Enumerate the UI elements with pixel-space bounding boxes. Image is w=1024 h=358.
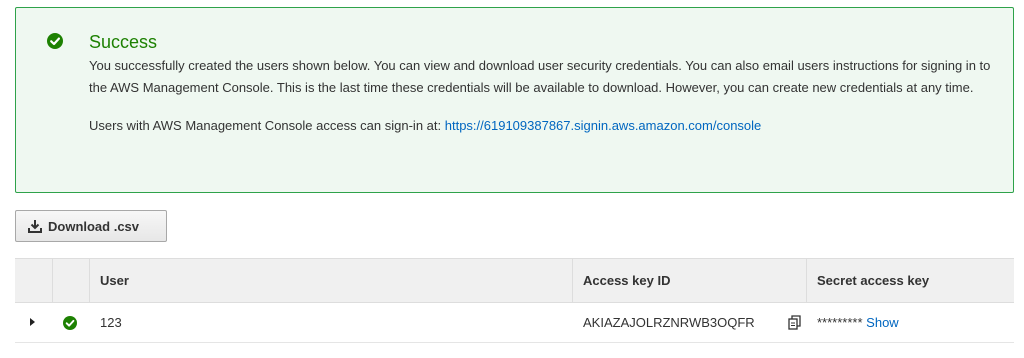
user-name: 123: [100, 315, 122, 330]
alert-body: You successfully created the users shown…: [89, 55, 1004, 137]
secret-access-key: ********* Show: [817, 303, 899, 342]
secret-masked: *********: [817, 315, 863, 330]
download-icon: [28, 220, 42, 233]
expand-row-icon[interactable]: [30, 318, 35, 326]
access-key-id: AKIAZAJOLRZNRWB3OQFR: [583, 315, 755, 330]
check-circle-icon: [63, 316, 77, 330]
column-header-user[interactable]: User: [89, 259, 129, 302]
signin-url-link[interactable]: https://619109387867.signin.aws.amazon.c…: [445, 118, 762, 133]
download-csv-button[interactable]: Download .csv: [15, 210, 167, 242]
alert-message: You successfully created the users shown…: [89, 58, 991, 95]
alert-title: Success: [89, 32, 158, 52]
column-header-access-key-id[interactable]: Access key ID: [572, 259, 670, 302]
show-secret-link[interactable]: Show: [866, 315, 899, 330]
success-alert: Success You successfully created the use…: [15, 7, 1014, 193]
download-csv-label: Download .csv: [48, 218, 140, 234]
copy-icon[interactable]: [788, 315, 803, 330]
signin-line: Users with AWS Management Console access…: [89, 115, 1004, 137]
signin-prefix: Users with AWS Management Console access…: [89, 118, 445, 133]
check-circle-icon: [47, 33, 63, 49]
table-row: 123 AKIAZAJOLRZNRWB3OQFR ********* Show: [15, 303, 1014, 343]
users-table-header: User Access key ID Secret access key: [15, 258, 1014, 303]
column-header-secret-access-key[interactable]: Secret access key: [806, 259, 929, 302]
